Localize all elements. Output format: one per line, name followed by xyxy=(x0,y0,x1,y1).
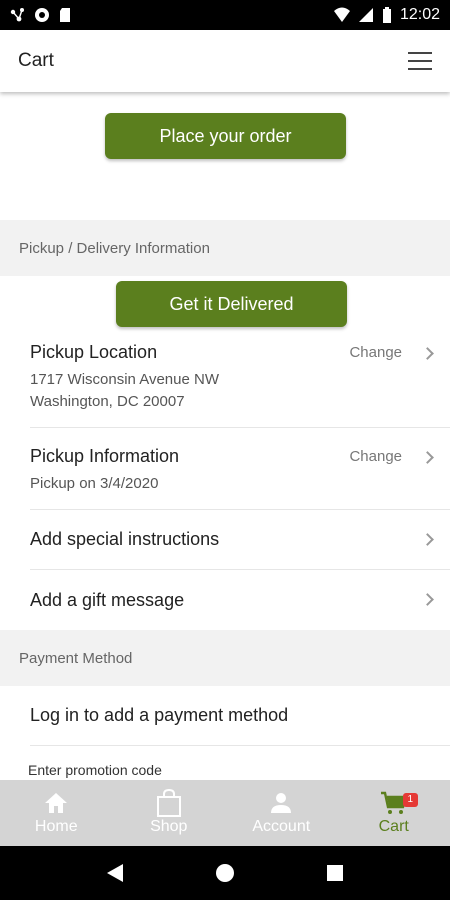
login-payment-label: Log in to add a payment method xyxy=(30,705,289,725)
promo-code-label[interactable]: Enter promotion code xyxy=(28,762,162,778)
pickup-location-row[interactable]: Pickup Location 1717 Wisconsin Avenue NW… xyxy=(30,342,450,428)
payment-method-header: Payment Method xyxy=(0,630,450,686)
status-left-icons xyxy=(10,7,74,23)
network-share-icon xyxy=(10,8,24,22)
pickup-information-row[interactable]: Pickup Information Pickup on 3/4/2020 Ch… xyxy=(30,446,450,510)
pickup-delivery-header: Pickup / Delivery Information xyxy=(0,220,450,276)
login-payment-row[interactable]: Log in to add a payment method xyxy=(30,686,450,746)
cart-count-badge: 1 xyxy=(402,793,419,807)
signal-icon xyxy=(358,8,373,22)
chevron-right-icon xyxy=(421,593,434,606)
change-information-link[interactable]: Change xyxy=(349,448,402,465)
recents-icon[interactable] xyxy=(326,864,344,882)
special-instructions-label: Add special instructions xyxy=(30,529,220,549)
address-line2: Washington, DC 20007 xyxy=(30,393,185,410)
circle-status-icon xyxy=(35,8,49,22)
home-button-icon[interactable] xyxy=(215,863,235,883)
pickup-location-address: 1717 Wisconsin Avenue NW Washington, DC … xyxy=(30,369,450,413)
nav-item-account[interactable]: Account xyxy=(225,780,338,846)
battery-icon xyxy=(382,7,391,23)
system-nav-bar xyxy=(0,846,450,900)
home-icon xyxy=(45,793,68,813)
gift-message-row[interactable]: Add a gift message xyxy=(30,570,450,630)
special-instructions-row[interactable]: Add special instructions xyxy=(30,510,450,570)
shopping-bag-icon xyxy=(156,789,181,817)
nav-item-cart[interactable]: 1 Cart xyxy=(338,780,450,846)
chevron-right-icon xyxy=(421,533,434,546)
hamburger-menu-icon[interactable] xyxy=(408,52,432,70)
nav-label-cart: Cart xyxy=(378,818,409,835)
wifi-icon xyxy=(333,7,350,22)
cart-content: Place your order Pickup / Delivery Infor… xyxy=(0,92,450,780)
nav-label-account: Account xyxy=(252,818,311,835)
gift-message-label: Add a gift message xyxy=(30,589,185,610)
place-order-button[interactable]: Place your order xyxy=(105,113,346,159)
page-title: Cart xyxy=(18,50,54,71)
get-delivered-button[interactable]: Get it Delivered xyxy=(116,281,347,327)
pickup-date: Pickup on 3/4/2020 xyxy=(30,475,159,492)
bottom-nav: Home Shop Account 1 Cart xyxy=(0,780,450,846)
nav-item-shop[interactable]: Shop xyxy=(113,780,226,846)
nav-label-shop: Shop xyxy=(150,818,188,835)
app-bar: Cart xyxy=(0,30,450,92)
back-icon[interactable] xyxy=(106,863,124,883)
status-bar: 12:02 xyxy=(0,0,450,30)
person-icon xyxy=(271,793,292,813)
change-location-link[interactable]: Change xyxy=(349,344,402,361)
sd-card-icon xyxy=(60,8,70,22)
nav-label-home: Home xyxy=(34,818,78,835)
status-right-icons: 12:02 xyxy=(333,6,440,24)
nav-item-home[interactable]: Home xyxy=(0,780,113,846)
address-line1: 1717 Wisconsin Avenue NW xyxy=(30,371,219,388)
status-time: 12:02 xyxy=(399,6,440,23)
